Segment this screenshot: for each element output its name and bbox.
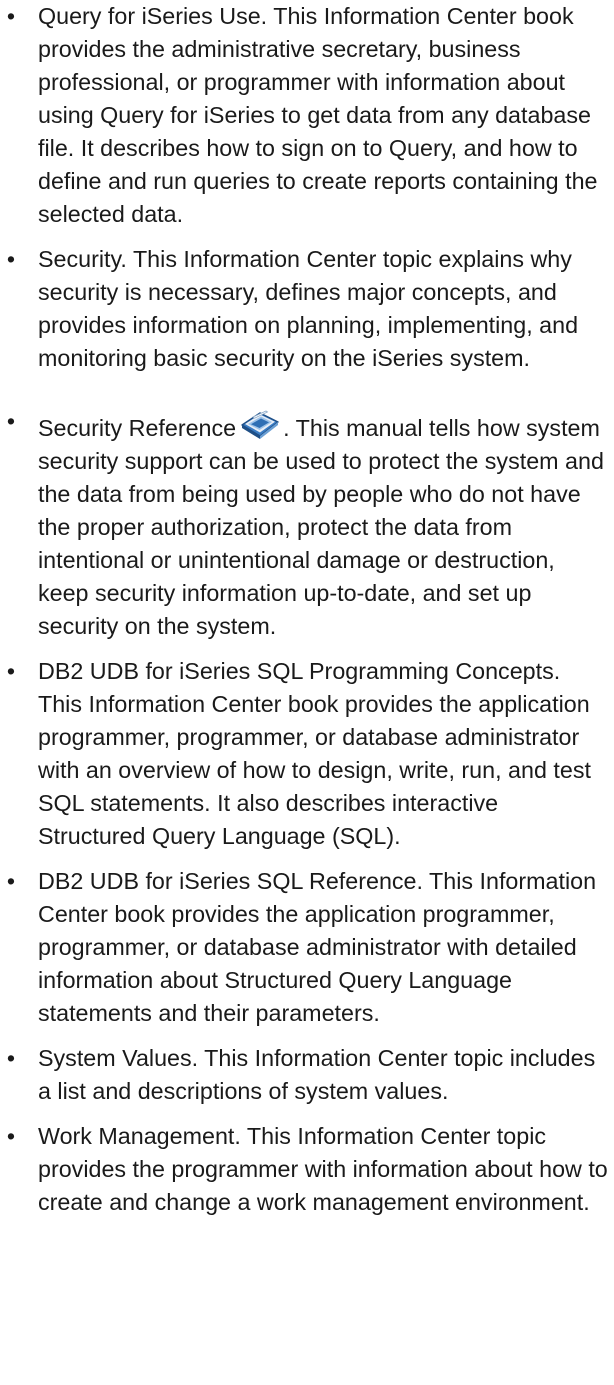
bullet: • <box>6 658 16 684</box>
list-item-work-management: • Work Management. This Information Cent… <box>0 1120 610 1219</box>
item-text: System Values. This Information Center t… <box>38 1045 596 1104</box>
bullet: • <box>6 1045 16 1071</box>
item-text: Security. This Information Center topic … <box>38 246 579 371</box>
document-page: • Query for iSeries Use. This Informatio… <box>0 0 614 1385</box>
bullet: • <box>6 1123 16 1149</box>
item-text: . This manual tells how system security … <box>38 415 604 639</box>
bullet: • <box>6 246 16 272</box>
list-item-sql-programming: • DB2 UDB for iSeries SQL Programming Co… <box>0 655 610 853</box>
item-text: DB2 UDB for iSeries SQL Reference. This … <box>38 868 597 1026</box>
item-title[interactable]: Security Reference <box>38 415 236 441</box>
list-item-system-values: • System Values. This Information Center… <box>0 1042 610 1108</box>
item-text: Query for iSeries Use. This Information … <box>38 3 598 227</box>
bullet: • <box>6 868 16 894</box>
book-icon[interactable] <box>238 405 282 441</box>
reference-list: • Query for iSeries Use. This Informatio… <box>0 0 610 1219</box>
list-item-security-reference: • Security Reference . This manual tells… <box>0 405 610 643</box>
item-text: DB2 UDB for iSeries SQL Programming Conc… <box>38 658 591 849</box>
item-text: Work Management. This Information Center… <box>38 1123 608 1215</box>
bullet: • <box>6 3 16 29</box>
list-item-sql-reference: • DB2 UDB for iSeries SQL Reference. Thi… <box>0 865 610 1030</box>
list-item-security: • Security. This Information Center topi… <box>0 243 610 375</box>
list-item-query: • Query for iSeries Use. This Informatio… <box>0 0 610 231</box>
bullet: • <box>6 408 16 434</box>
